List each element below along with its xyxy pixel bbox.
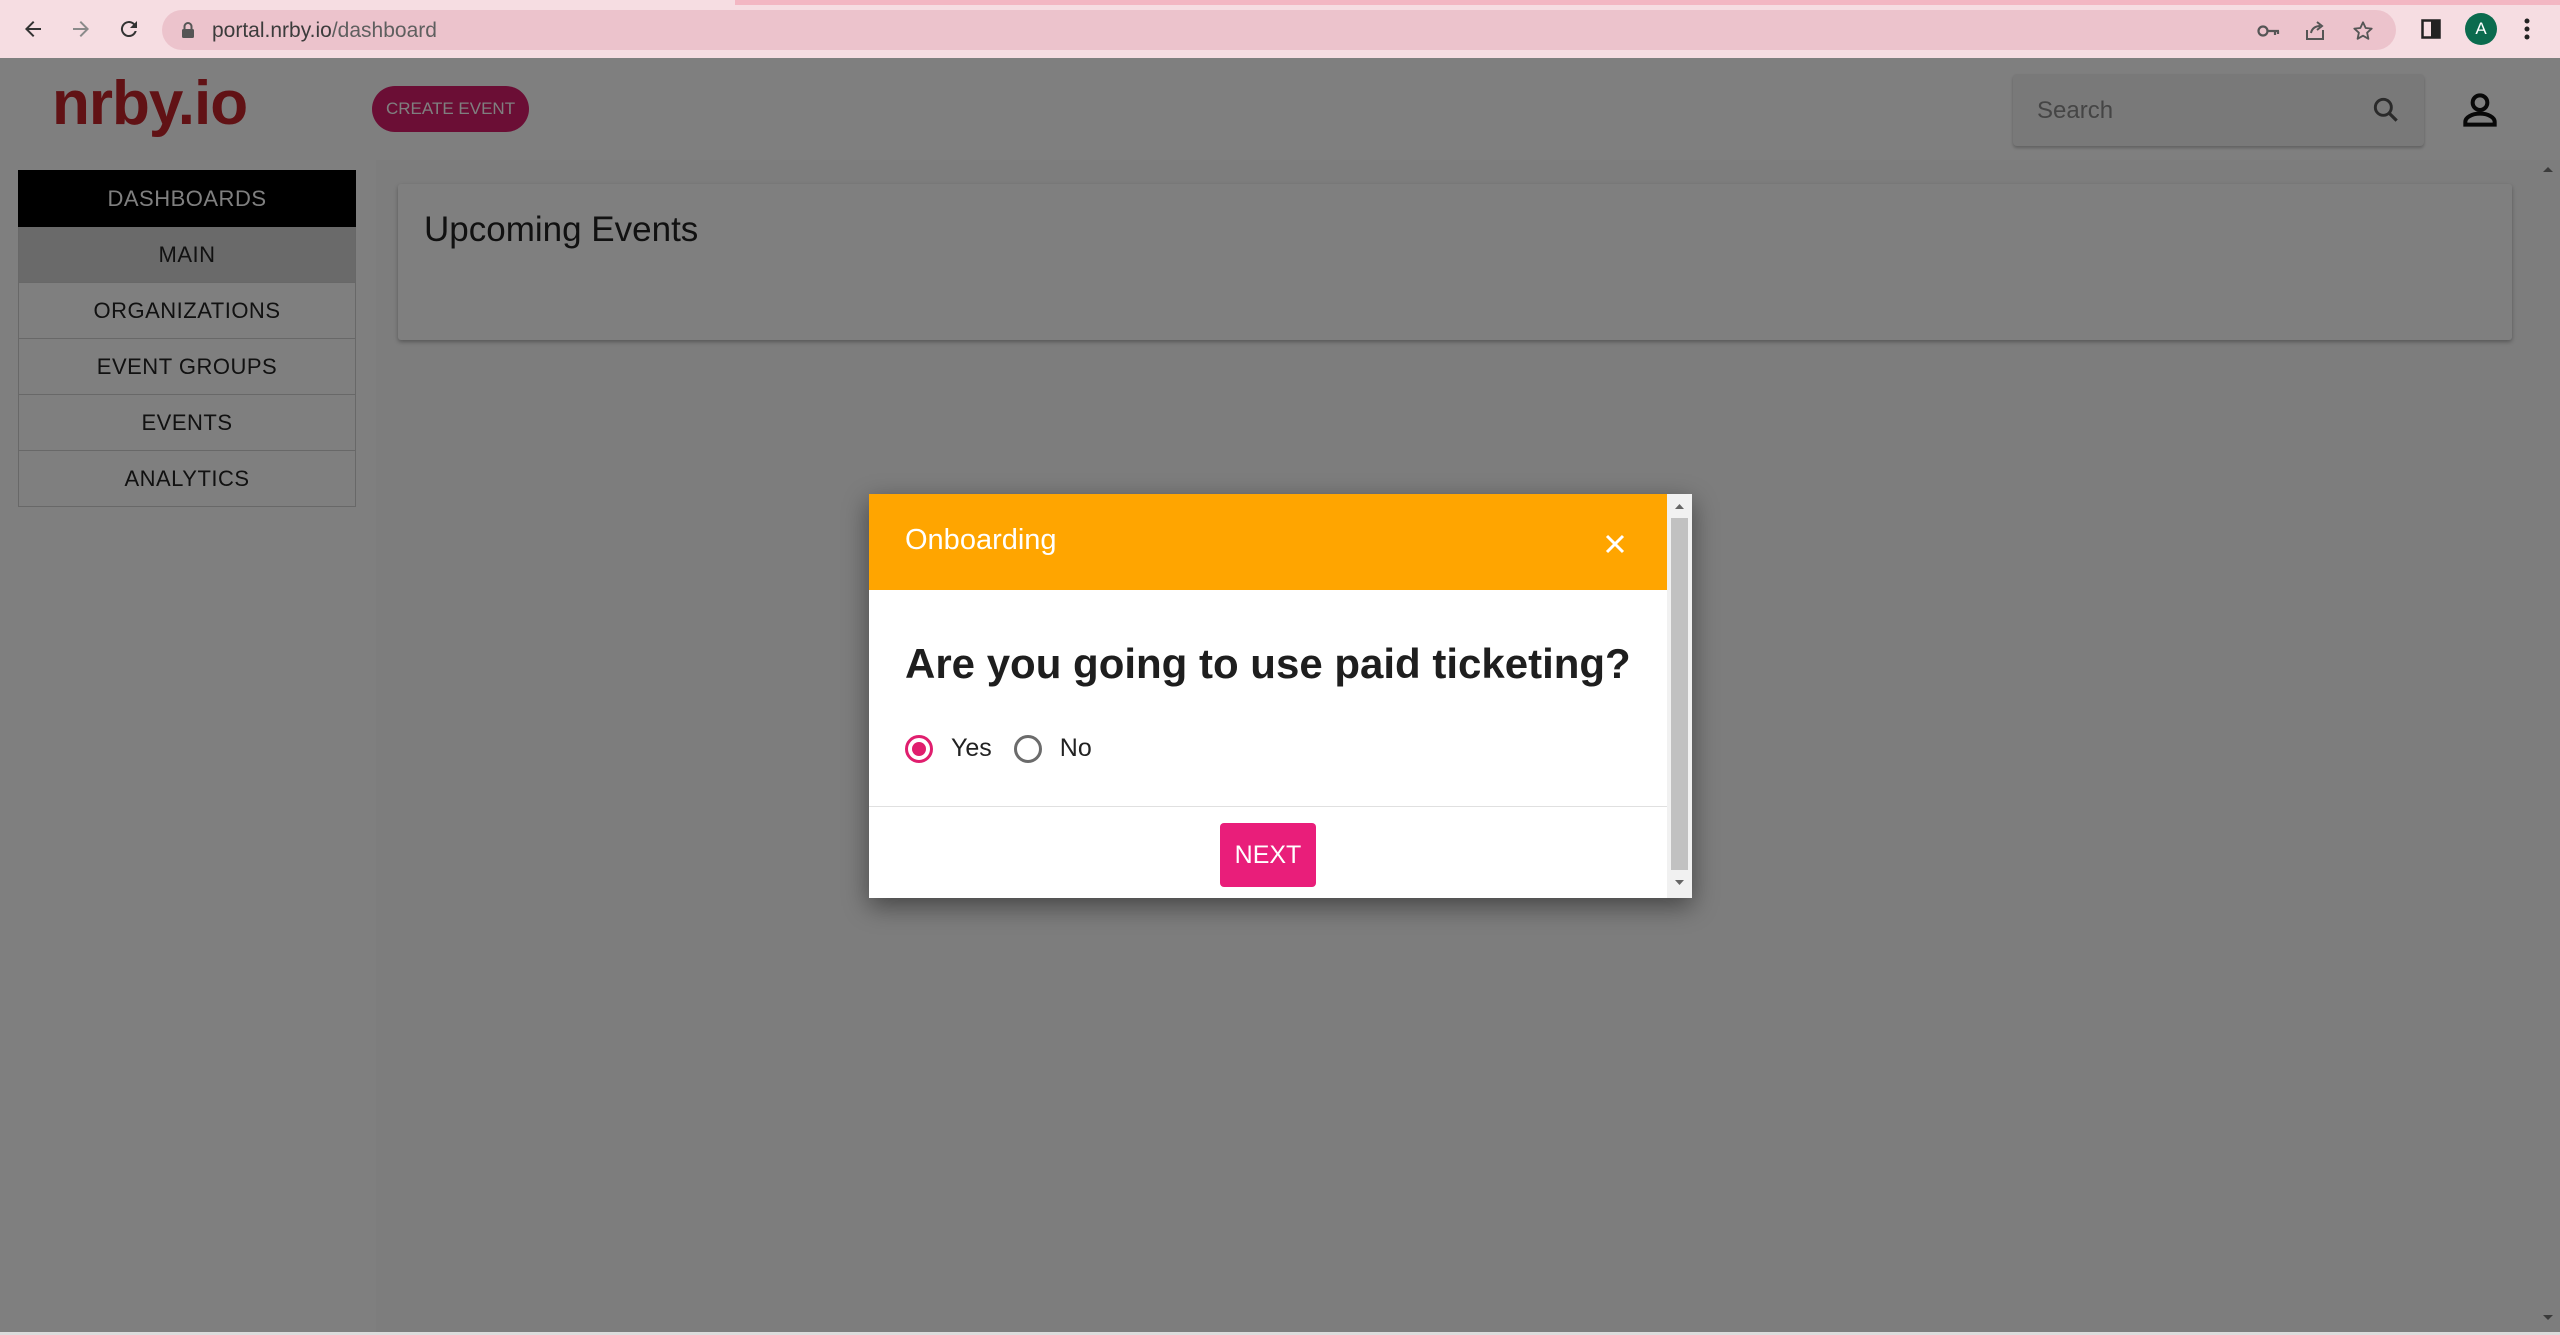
key-icon — [2257, 25, 2280, 37]
forward-icon — [73, 21, 89, 37]
avatar: A — [2465, 13, 2497, 45]
reload-icon — [120, 21, 137, 38]
dialog-scroll-thumb[interactable] — [1671, 518, 1688, 870]
side-panel-icon — [2421, 19, 2441, 39]
dialog-scrollbar[interactable] — [1667, 494, 1692, 898]
url-path: /dashboard — [331, 19, 437, 42]
url-host: portal.nrby.io — [212, 19, 332, 42]
browser-toolbar: portal.nrby.io/dashboard A — [0, 0, 2560, 59]
onboarding-dialog: Onboarding Are you going to use paid tic… — [869, 494, 1692, 898]
side-panel-button[interactable] — [2414, 12, 2448, 46]
star-icon — [2353, 21, 2373, 40]
password-key-button[interactable] — [2256, 18, 2282, 44]
address-bar[interactable]: portal.nrby.io/dashboard — [162, 10, 2396, 50]
close-button[interactable] — [1599, 528, 1631, 560]
radio-no-indicator[interactable] — [1013, 734, 1042, 763]
radio-no-label[interactable]: No — [1060, 734, 1092, 763]
tab-strip-edge — [0, 0, 2560, 5]
share-icon — [2306, 21, 2324, 40]
lock-icon — [182, 22, 194, 38]
close-icon — [1605, 534, 1625, 554]
back-button[interactable] — [18, 14, 48, 44]
radio-yes-label[interactable]: Yes — [951, 734, 992, 763]
reload-button[interactable] — [114, 14, 144, 44]
back-icon — [25, 21, 41, 37]
scroll-up-arrow-icon[interactable] — [1674, 502, 1685, 510]
bookmark-button[interactable] — [2350, 18, 2376, 44]
radio-no[interactable]: No — [1013, 734, 1092, 763]
profile-button[interactable]: A — [2464, 12, 2498, 46]
dialog-question: Are you going to use paid ticketing? — [905, 640, 1631, 687]
menu-dots-icon — [2524, 18, 2530, 40]
dialog-header: Onboarding — [869, 494, 1667, 590]
scroll-down-arrow-icon[interactable] — [1674, 879, 1685, 887]
share-button[interactable] — [2302, 18, 2328, 44]
next-button[interactable]: NEXT — [1220, 823, 1316, 887]
browser-menu-button[interactable] — [2510, 12, 2544, 46]
url-text: portal.nrby.io/dashboard — [212, 19, 437, 43]
forward-button[interactable] — [66, 14, 96, 44]
dialog-divider — [869, 806, 1667, 807]
radio-yes[interactable]: Yes — [905, 734, 992, 763]
paid-ticketing-radio-group: Yes No — [905, 734, 1114, 763]
dialog-title: Onboarding — [905, 524, 1057, 556]
radio-yes-indicator[interactable] — [905, 734, 933, 763]
